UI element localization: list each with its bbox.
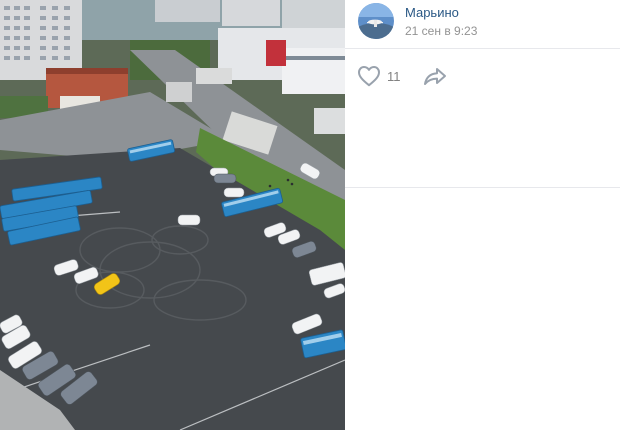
heart-outline-icon [358, 66, 380, 87]
header-divider [345, 48, 620, 49]
post-header: Марьино 21 сен в 9:23 [345, 0, 620, 48]
like-button[interactable]: 11 [357, 64, 401, 88]
avatar-image [358, 3, 394, 39]
post-sidebar: Марьино 21 сен в 9:23 11 [345, 0, 620, 430]
actions-divider [345, 187, 620, 188]
like-count: 11 [387, 68, 401, 84]
post-timestamp-link[interactable]: 21 сен в 9:23 [405, 24, 477, 38]
aerial-parking-photo [0, 0, 345, 430]
share-arrow-icon [424, 68, 446, 85]
share-button[interactable] [423, 65, 447, 87]
post-photo[interactable] [0, 0, 345, 430]
author-name-link[interactable]: Марьино [405, 5, 459, 20]
post-actions: 11 [345, 60, 620, 94]
post-view: Марьино 21 сен в 9:23 11 [0, 0, 620, 430]
author-avatar[interactable] [358, 3, 394, 39]
